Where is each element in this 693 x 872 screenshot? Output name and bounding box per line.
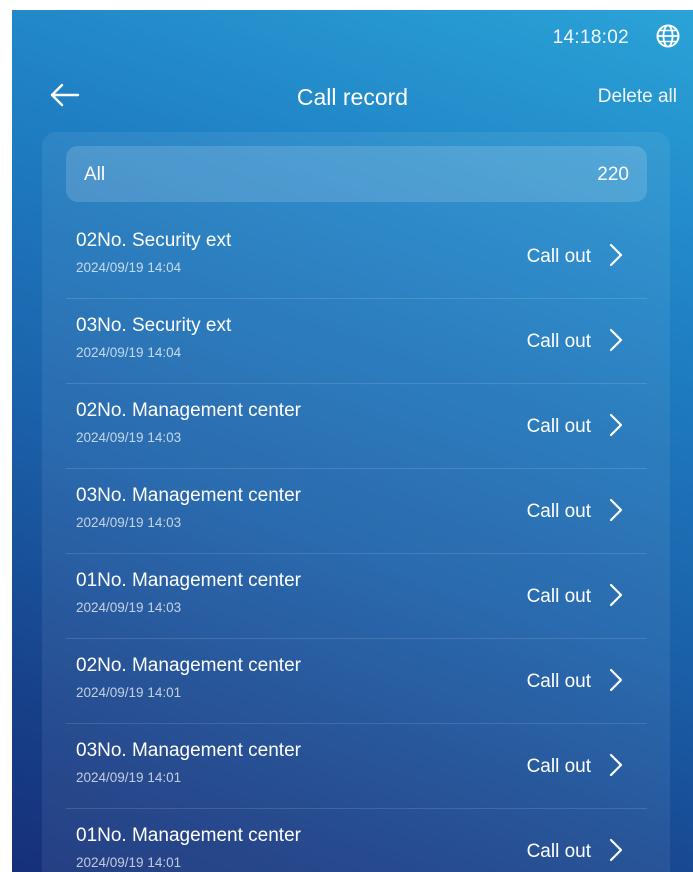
record-row[interactable]: 01No. Management center 2024/09/19 14:03… bbox=[66, 554, 647, 639]
record-row[interactable]: 03No. Management center 2024/09/19 14:03… bbox=[66, 469, 647, 554]
record-row[interactable]: 02No. Security ext 2024/09/19 14:04 Call… bbox=[66, 214, 647, 299]
call-record-list: 02No. Security ext 2024/09/19 14:04 Call… bbox=[66, 214, 647, 872]
status-clock: 14:18:02 bbox=[552, 27, 629, 48]
record-name: 03No. Security ext bbox=[76, 315, 232, 336]
record-time: 2024/09/19 14:03 bbox=[76, 515, 182, 530]
call-record-screen: 14:18:02 Call record Delete all All 220 … bbox=[12, 10, 693, 872]
chevron-right-icon bbox=[609, 328, 623, 352]
record-count: 220 bbox=[597, 164, 629, 185]
record-name: 03No. Management center bbox=[76, 485, 301, 506]
chevron-right-icon bbox=[609, 413, 623, 437]
record-time: 2024/09/19 14:04 bbox=[76, 345, 182, 360]
record-call-type: Call out bbox=[526, 586, 591, 607]
record-name: 01No. Management center bbox=[76, 570, 301, 591]
chevron-right-icon bbox=[609, 838, 623, 862]
globe-icon[interactable] bbox=[655, 23, 681, 49]
filter-label: All bbox=[84, 164, 106, 185]
chevron-right-icon bbox=[609, 243, 623, 267]
chevron-right-icon bbox=[609, 753, 623, 777]
record-call-type: Call out bbox=[526, 331, 591, 352]
record-panel: All 220 02No. Security ext 2024/09/19 14… bbox=[42, 132, 670, 872]
chevron-right-icon bbox=[609, 498, 623, 522]
record-time: 2024/09/19 14:01 bbox=[76, 770, 182, 785]
record-call-type: Call out bbox=[526, 501, 591, 522]
chevron-right-icon bbox=[609, 668, 623, 692]
record-call-type: Call out bbox=[526, 246, 591, 267]
record-name: 02No. Management center bbox=[76, 400, 301, 421]
record-name: 02No. Management center bbox=[76, 655, 301, 676]
record-row[interactable]: 01No. Management center 2024/09/19 14:01… bbox=[66, 809, 647, 872]
record-time: 2024/09/19 14:03 bbox=[76, 600, 182, 615]
record-call-type: Call out bbox=[526, 416, 591, 437]
delete-all-button[interactable]: Delete all bbox=[598, 86, 677, 108]
record-row[interactable]: 03No. Management center 2024/09/19 14:01… bbox=[66, 724, 647, 809]
record-name: 02No. Security ext bbox=[76, 230, 232, 251]
record-row[interactable]: 02No. Management center 2024/09/19 14:01… bbox=[66, 639, 647, 724]
record-time: 2024/09/19 14:03 bbox=[76, 430, 182, 445]
record-call-type: Call out bbox=[526, 756, 591, 777]
record-name: 01No. Management center bbox=[76, 825, 301, 846]
status-bar: 14:18:02 bbox=[12, 10, 693, 60]
navigation-bar: Call record Delete all bbox=[12, 66, 693, 122]
record-name: 03No. Management center bbox=[76, 740, 301, 761]
record-call-type: Call out bbox=[526, 671, 591, 692]
record-row[interactable]: 03No. Security ext 2024/09/19 14:04 Call… bbox=[66, 299, 647, 384]
record-time: 2024/09/19 14:01 bbox=[76, 685, 182, 700]
record-call-type: Call out bbox=[526, 841, 591, 862]
chevron-right-icon bbox=[609, 583, 623, 607]
record-row[interactable]: 02No. Management center 2024/09/19 14:03… bbox=[66, 384, 647, 469]
record-time: 2024/09/19 14:04 bbox=[76, 260, 182, 275]
record-time: 2024/09/19 14:01 bbox=[76, 855, 182, 870]
page-title: Call record bbox=[296, 84, 409, 110]
filter-all-bar[interactable]: All 220 bbox=[66, 146, 647, 202]
